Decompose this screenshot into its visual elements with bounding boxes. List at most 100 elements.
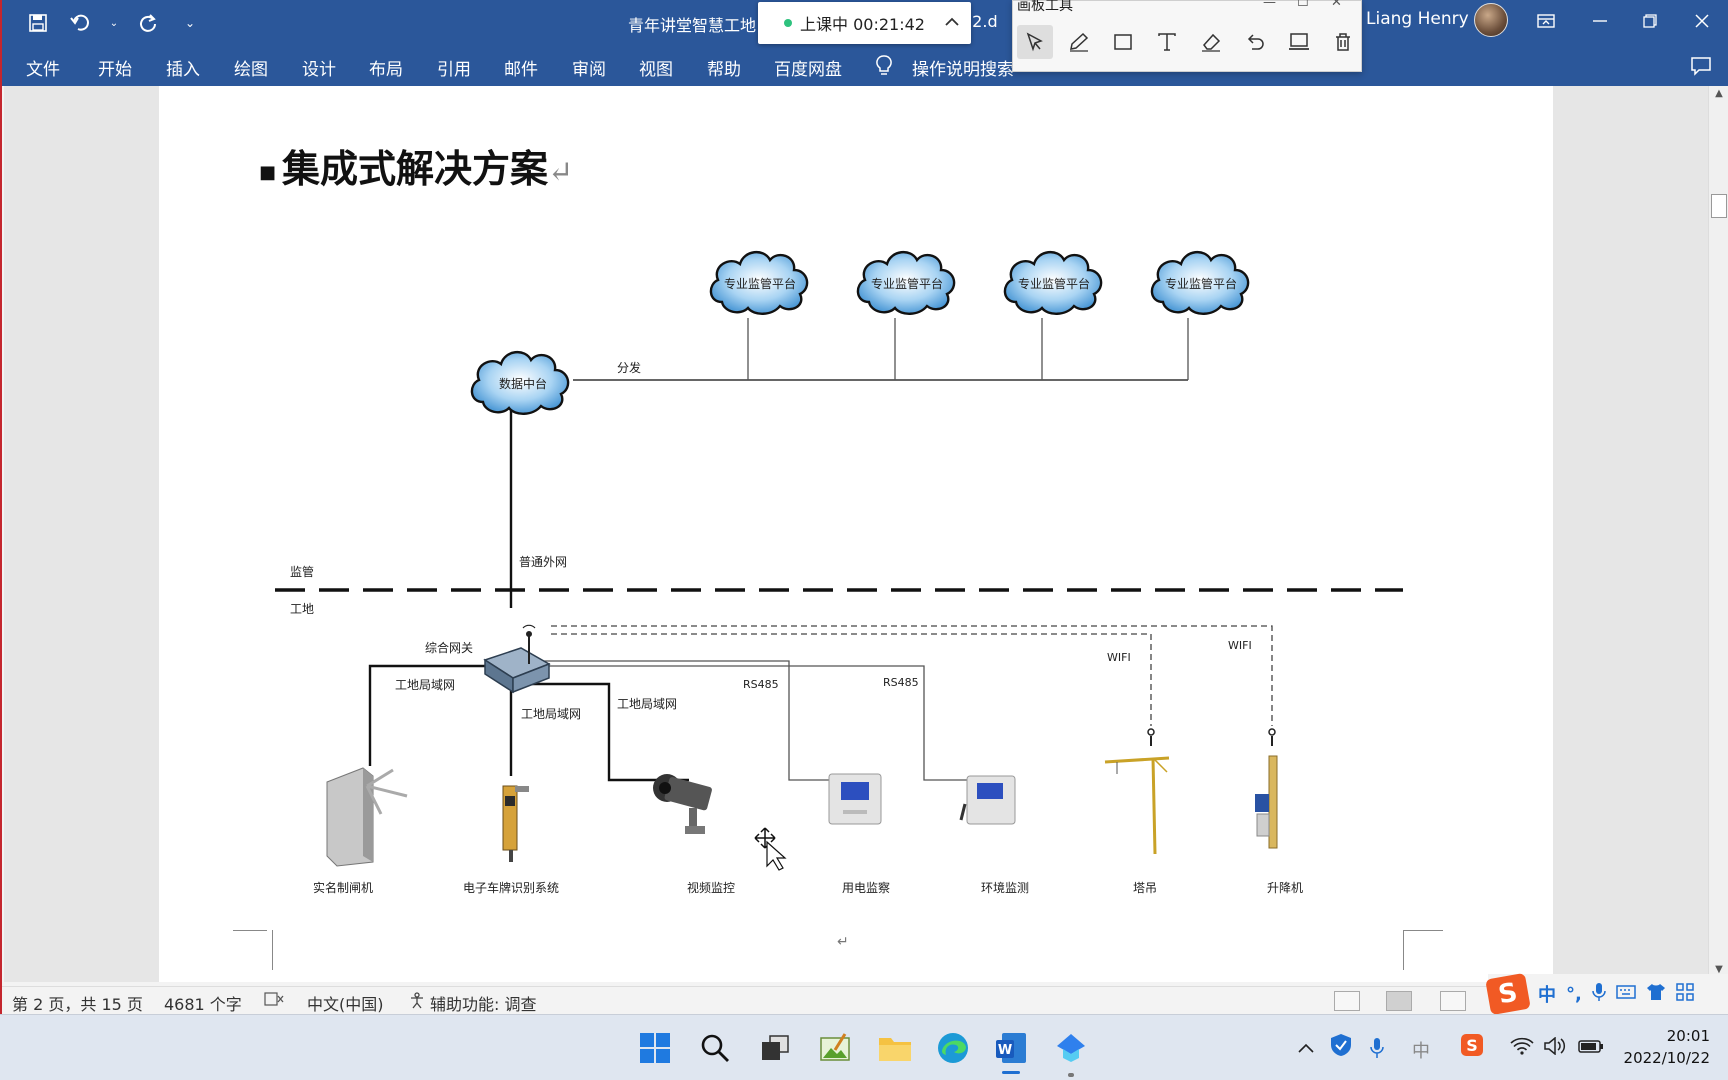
toolbox-minimize-icon[interactable]: — [1263,0,1276,10]
tab-draw[interactable]: 绘图 [234,55,268,80]
plate-recognition-icon [502,785,529,862]
class-timer-popup[interactable]: 上课中 00:21:42 [758,2,971,44]
save-icon[interactable] [24,10,52,36]
ime-mode-toggle[interactable]: 中 [1538,981,1556,1007]
minimize-icon[interactable] [1580,6,1620,36]
tell-me-lightbulb-icon[interactable] [876,55,892,82]
page-count[interactable]: 第 2 页，共 15 页 [12,991,143,1015]
task-view-icon[interactable] [756,1029,794,1067]
network-diagram[interactable]: 专业监管平台 专业监管平台 专业监管平台 专业监管平台 数据中台 分发 普通外网… [159,86,1553,982]
scroll-up-icon[interactable]: ▲ [1712,88,1726,102]
word-app-icon[interactable]: W [992,1029,1030,1067]
tab-mailings[interactable]: 邮件 [504,55,538,80]
platform-label: 专业监管平台 [871,276,943,291]
undo-dropdown-icon[interactable]: ⌄ [108,10,120,36]
device-label: 实名制闸机 [313,880,373,895]
device-label: 视频监控 [687,880,735,895]
ime-apps-icon[interactable] [1676,983,1694,1005]
microphone-icon[interactable] [1370,1037,1384,1064]
chevron-up-icon[interactable] [945,12,959,31]
user-name[interactable]: Liang Henry [1366,9,1469,29]
tray-ime-indicator[interactable]: 中 [1412,1037,1430,1063]
ime-keyboard-icon[interactable] [1616,984,1636,1004]
volume-icon[interactable] [1544,1036,1568,1060]
running-app-indicator [1068,1073,1074,1077]
system-clock[interactable]: 20:01 2022/10/22 [1624,1025,1710,1069]
accessibility-status[interactable]: 辅助功能: 调查 [430,991,536,1015]
svg-text:W: W [998,1043,1012,1058]
pen-icon[interactable] [1061,25,1097,59]
scroll-thumb[interactable] [1711,194,1727,218]
close-icon[interactable] [1682,6,1722,36]
language-status[interactable]: 中文(中国) [307,991,384,1015]
ribbon-display-options-icon[interactable] [1526,6,1566,36]
redo-icon[interactable] [134,10,162,36]
tab-home[interactable]: 开始 [98,55,132,80]
avatar[interactable] [1474,3,1508,37]
taskbar: W 中 S 20:01 2022/10/22 [0,1014,1728,1080]
lan-label: 工地局域网 [395,678,455,692]
ime-toolbar: S 中 °, [1485,972,1728,1016]
web-layout-view-icon[interactable] [1440,991,1466,1011]
toolbox-maximize-icon[interactable]: ☐ [1297,0,1309,10]
tab-layout[interactable]: 布局 [369,55,403,80]
tab-review[interactable]: 审阅 [572,55,606,80]
undo-icon[interactable] [66,10,94,36]
battery-icon[interactable] [1578,1037,1604,1060]
accessibility-icon[interactable] [408,991,426,1013]
search-icon[interactable] [696,1029,734,1067]
toolbox-close-icon[interactable]: ✕ [1331,0,1342,10]
select-pointer-icon[interactable] [1017,25,1053,59]
proofing-icon[interactable] [264,991,284,1011]
sogou-ime-icon[interactable]: S [1485,972,1531,1016]
chevron-up-icon[interactable] [1298,1037,1314,1058]
trash-icon[interactable] [1325,25,1361,59]
rs485-link-line [543,660,841,781]
vertical-scrollbar[interactable]: ▲ ▼ [1708,86,1728,982]
paragraph-mark: ↵ [837,934,849,950]
edge-browser-icon[interactable] [934,1029,972,1067]
comments-icon[interactable] [1690,56,1712,80]
ime-punctuation-toggle[interactable]: °, [1566,984,1582,1005]
tab-help[interactable]: 帮助 [707,55,741,80]
toolbox-undo-icon[interactable] [1237,25,1273,59]
classroom-app-icon[interactable] [1052,1029,1090,1067]
text-tool-icon[interactable] [1149,25,1185,59]
tab-insert[interactable]: 插入 [166,55,200,80]
tab-baidu-netdisk[interactable]: 百度网盘 [774,55,842,80]
read-mode-view-icon[interactable] [1334,991,1360,1011]
whiteboard-icon[interactable] [1281,25,1317,59]
word-window: ⌄ ⌄ 青年讲堂智慧工地 22.d Liang Henry 文件 开始 插入 绘… [0,0,1728,1014]
toolbox-title: 画板工具 [1017,0,1073,14]
clock-time: 20:01 [1666,1027,1710,1045]
environment-monitor-icon [959,775,1016,825]
device-label: 升降机 [1267,881,1303,895]
tell-me-search[interactable]: 操作说明搜索 [912,55,1014,80]
wifi-icon[interactable] [1510,1037,1534,1060]
file-explorer-icon[interactable] [876,1029,914,1067]
sogou-tray-icon[interactable]: S [1460,1033,1484,1062]
restore-icon[interactable] [1630,6,1670,36]
tab-file[interactable]: 文件 [26,55,60,80]
tab-view[interactable]: 视图 [639,55,673,80]
paint-app-icon[interactable] [816,1029,854,1067]
word-count[interactable]: 4681 个字 [164,991,242,1015]
wifi-label: WIFI [1107,651,1131,664]
ime-microphone-icon[interactable] [1592,982,1606,1006]
customize-qat-icon[interactable]: ⌄ [176,10,204,36]
print-layout-view-icon[interactable] [1386,991,1412,1011]
device-label: 用电监察 [842,881,890,895]
ime-skin-icon[interactable] [1646,983,1666,1005]
document-page[interactable]: ■ 集成式解决方案↵ 专业监管平台 专业监管平台 专业监管平台 专业监管平台 数… [159,86,1553,982]
eraser-icon[interactable] [1193,25,1229,59]
toolbox-tools [1017,25,1361,59]
wifi-link-line [551,633,1152,726]
lan-label: 工地局域网 [521,707,581,721]
tab-references[interactable]: 引用 [437,55,471,80]
device-label: 塔吊 [1133,881,1157,895]
rectangle-icon[interactable] [1105,25,1141,59]
tab-design[interactable]: 设计 [302,55,336,80]
windows-start-icon[interactable] [636,1029,674,1067]
zone-site-label: 工地 [290,602,314,616]
security-shield-icon[interactable] [1330,1033,1352,1062]
